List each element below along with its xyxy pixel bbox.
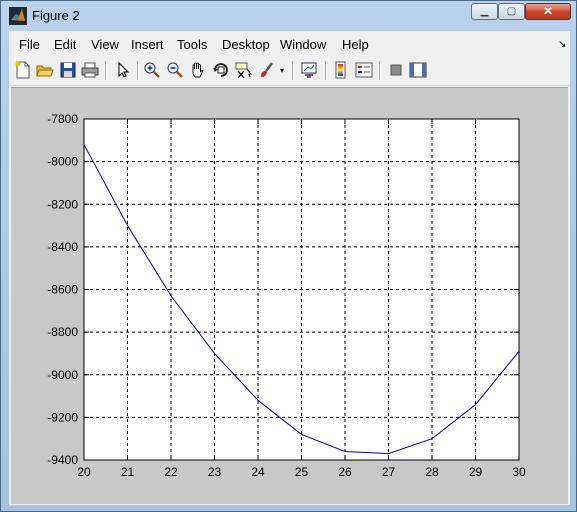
x-tick-label: 21 <box>121 465 135 479</box>
window-title: Figure 2 <box>32 8 80 23</box>
x-tick-label: 26 <box>338 465 352 479</box>
data-cursor-icon[interactable] <box>235 61 253 79</box>
menu-tools[interactable]: Tools <box>177 37 207 52</box>
minimize-button[interactable]: ▁ <box>471 3 498 20</box>
figure-canvas: 20 21 22 23 24 25 26 27 28 29 30 -7800 -8000 -8200 -84… <box>11 87 568 504</box>
menu-bar: File Edit View Insert Tools Desktop Wind… <box>9 31 570 57</box>
client-area: File Edit View Insert Tools Desktop Wind… <box>9 31 570 505</box>
menu-help[interactable]: Help <box>342 37 369 52</box>
y-tick-label: -9200 <box>47 410 78 424</box>
open-file-icon[interactable] <box>36 61 54 79</box>
close-button[interactable]: ✕ <box>525 3 571 20</box>
y-tick-label: -8000 <box>47 155 78 169</box>
menu-file[interactable]: File <box>19 37 40 52</box>
y-tick-label: -9000 <box>47 368 78 382</box>
figure-window: Figure 2 ▁ ▢ ✕ File Edit View Insert Too… <box>0 0 577 512</box>
title-bar[interactable]: Figure 2 ▁ ▢ ✕ <box>1 1 576 31</box>
menu-insert[interactable]: Insert <box>131 37 164 52</box>
x-tick-label: 25 <box>295 465 309 479</box>
maximize-button[interactable]: ▢ <box>498 3 525 20</box>
x-tick-label: 23 <box>208 465 222 479</box>
menu-edit[interactable]: Edit <box>54 37 76 52</box>
legend-icon[interactable] <box>355 61 373 79</box>
zoom-out-icon[interactable] <box>166 61 184 79</box>
x-tick-label: 20 <box>77 465 91 479</box>
x-tick-label: 29 <box>469 465 483 479</box>
figure-toolbar: ▾ <box>9 57 570 86</box>
y-tick-label: -8800 <box>47 325 78 339</box>
select-arrow-icon[interactable] <box>114 61 132 79</box>
y-tick-label: -7800 <box>47 112 78 126</box>
new-figure-icon[interactable] <box>14 61 32 79</box>
toolbar-separator <box>325 61 327 80</box>
print-icon[interactable] <box>81 61 99 79</box>
x-tick-label: 28 <box>425 465 439 479</box>
y-tick-label: -8600 <box>47 283 78 297</box>
x-tick-label: 27 <box>382 465 396 479</box>
y-tick-label: -9400 <box>47 453 78 467</box>
menu-desktop[interactable]: Desktop <box>222 37 270 52</box>
menu-dock-arrow-icon[interactable]: ↘ <box>558 39 566 50</box>
x-tick-label: 30 <box>512 465 526 479</box>
rotate-3d-icon[interactable] <box>212 61 230 79</box>
x-tick-label: 22 <box>164 465 178 479</box>
link-plot-icon[interactable] <box>300 61 318 79</box>
toolbar-separator <box>137 61 139 80</box>
colorbar-icon[interactable] <box>332 61 350 79</box>
hide-plot-tools-icon[interactable] <box>387 61 405 79</box>
save-icon[interactable] <box>59 61 77 79</box>
plot-axes[interactable]: 20 21 22 23 24 25 26 27 28 29 30 -7800 -8000 -8200 -84… <box>11 88 568 504</box>
pan-hand-icon[interactable] <box>189 61 207 79</box>
zoom-in-icon[interactable] <box>143 61 161 79</box>
menu-window[interactable]: Window <box>280 37 326 52</box>
toolbar-separator <box>292 61 294 80</box>
y-tick-label: -8400 <box>47 240 78 254</box>
y-tick-label: -8200 <box>47 197 78 211</box>
matlab-logo-icon <box>9 7 27 25</box>
brush-icon[interactable] <box>258 61 276 79</box>
show-plot-tools-icon[interactable] <box>409 61 427 79</box>
toolbar-separator <box>379 61 381 80</box>
x-tick-label: 24 <box>251 465 265 479</box>
menu-view[interactable]: View <box>91 37 119 52</box>
toolbar-separator <box>105 61 107 80</box>
brush-dropdown-arrow-icon[interactable]: ▾ <box>280 66 284 75</box>
